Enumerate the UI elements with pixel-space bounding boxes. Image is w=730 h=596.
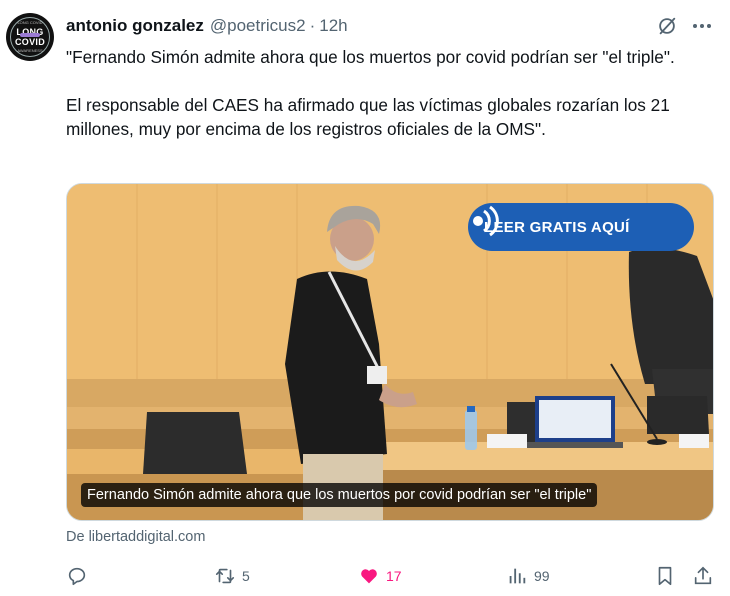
- author-handle[interactable]: @poetricus2: [210, 16, 306, 36]
- tweet-paragraph-1: "Fernando Simón admite ahora que los mue…: [66, 47, 675, 67]
- read-free-label: LEER GRATIS AQUÍ: [484, 218, 630, 236]
- views-icon: [509, 568, 526, 584]
- retweet-button[interactable]: 5: [214, 562, 250, 590]
- audio-icon: [473, 205, 499, 237]
- action-bar: 5 17 99: [66, 562, 716, 590]
- bookmark-button[interactable]: [654, 562, 676, 590]
- like-button[interactable]: 17: [358, 562, 402, 590]
- tweet-text: "Fernando Simón admite ahora que los mue…: [66, 45, 716, 141]
- tweet-paragraph-2: El responsable del CAES ha afirmado que …: [66, 95, 670, 139]
- separator-dot: ·: [309, 16, 316, 35]
- timestamp[interactable]: 12h: [319, 16, 347, 36]
- author-name[interactable]: antonio gonzalez: [66, 16, 204, 36]
- avatar-text-line2: COVID: [14, 37, 45, 47]
- tweet-header: antonio gonzalez @poetricus2 · 12h: [66, 14, 348, 38]
- retweet-icon: [215, 568, 235, 584]
- share-button[interactable]: [692, 562, 714, 590]
- reply-button[interactable]: [66, 562, 94, 590]
- grok-icon[interactable]: [656, 15, 678, 37]
- retweet-count: 5: [242, 568, 250, 584]
- read-free-button[interactable]: LEER GRATIS AQUÍ: [468, 203, 694, 251]
- avatar-ring-top-text: LONG COVID: [17, 20, 43, 25]
- share-icon: [694, 566, 712, 585]
- more-icon[interactable]: [690, 15, 714, 37]
- avatar[interactable]: LONG COVID LONG COVID AWARENESS: [6, 13, 54, 61]
- reply-icon: [68, 567, 86, 586]
- bookmark-icon: [658, 566, 672, 586]
- media-caption: Fernando Simón admite ahora que los muer…: [81, 483, 598, 507]
- views-button[interactable]: 99: [506, 562, 550, 590]
- link-source[interactable]: De libertaddigital.com: [66, 529, 205, 545]
- media-card[interactable]: LEER GRATIS AQUÍ Fernando Simón admite a…: [66, 183, 714, 521]
- heart-icon: [361, 569, 377, 584]
- avatar-ring-bottom-text: AWARENESS: [17, 48, 43, 53]
- like-count: 17: [386, 568, 402, 584]
- views-count: 99: [534, 568, 550, 584]
- tweet[interactable]: LONG COVID LONG COVID AWARENESS antonio …: [0, 0, 730, 596]
